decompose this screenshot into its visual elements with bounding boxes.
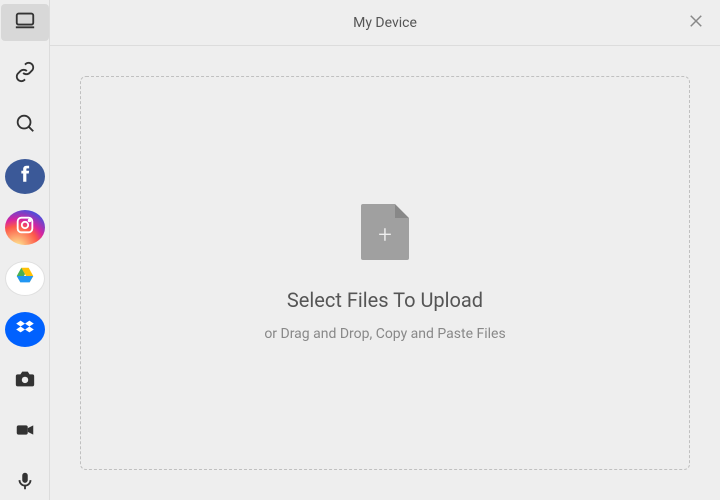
sidebar-item-facebook[interactable]: [5, 159, 45, 194]
file-dropzone[interactable]: + Select Files To Upload or Drag and Dro…: [80, 76, 690, 470]
page-title: My Device: [353, 15, 417, 31]
link-icon: [14, 61, 36, 87]
source-sidebar: [0, 0, 50, 500]
facebook-icon: [14, 163, 36, 189]
dropzone-subtitle: or Drag and Drop, Copy and Paste Files: [264, 326, 505, 342]
sidebar-item-google-drive[interactable]: [5, 261, 45, 296]
sidebar-item-video[interactable]: [5, 414, 45, 449]
sidebar-item-dropbox[interactable]: [5, 312, 45, 347]
dropbox-icon: [14, 317, 36, 343]
sidebar-item-link[interactable]: [5, 57, 45, 92]
file-plus-icon: +: [361, 204, 409, 260]
instagram-icon: [14, 214, 36, 240]
sidebar-item-my-device[interactable]: [1, 4, 49, 41]
close-button[interactable]: [684, 11, 708, 35]
search-icon: [14, 112, 36, 138]
content-area: + Select Files To Upload or Drag and Dro…: [50, 46, 720, 500]
google-drive-icon: [14, 265, 36, 291]
header: My Device: [50, 0, 720, 46]
device-icon: [14, 9, 36, 35]
sidebar-item-camera[interactable]: [5, 363, 45, 398]
main-panel: My Device + Select Files To Upload or Dr…: [50, 0, 720, 500]
sidebar-item-microphone[interactable]: [5, 465, 45, 500]
sidebar-item-search[interactable]: [5, 108, 45, 143]
close-icon: [687, 12, 705, 34]
microphone-icon: [14, 470, 36, 496]
camera-icon: [14, 368, 36, 394]
video-icon: [14, 419, 36, 445]
sidebar-item-instagram[interactable]: [5, 210, 45, 245]
dropzone-title: Select Files To Upload: [287, 288, 483, 312]
